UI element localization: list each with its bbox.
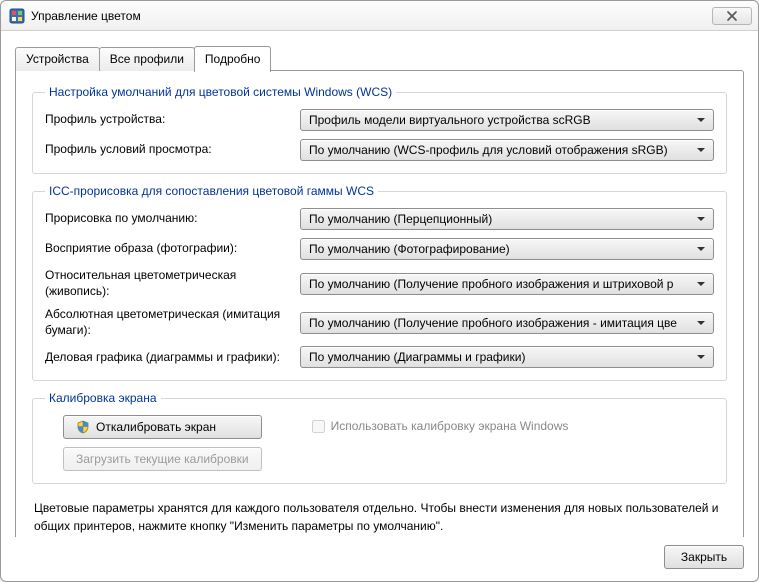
calibration-group: Калибровка экрана: [32, 391, 727, 484]
rel-colorimetric-value: По умолчанию (Получение пробного изображ…: [309, 277, 673, 291]
device-profile-value: Профиль модели виртуального устройства s…: [309, 113, 591, 127]
content-area: Устройства Все профили Подробно Настройк…: [1, 31, 758, 537]
default-rendering-combo[interactable]: По умолчанию (Перцепционный): [300, 208, 714, 230]
icc-rendering-group: ICC-прорисовка для сопоставления цветово…: [32, 184, 727, 381]
rel-colorimetric-combo[interactable]: По умолчанию (Получение пробного изображ…: [300, 273, 714, 295]
viewing-profile-value: По умолчанию (WCS-профиль для условий от…: [309, 143, 668, 157]
device-profile-label: Профиль устройства:: [45, 112, 300, 128]
app-icon: [9, 8, 25, 24]
default-rendering-label: Прорисовка по умолчанию:: [45, 211, 300, 227]
close-button-label: Закрыть: [681, 550, 727, 564]
wcs-defaults-group: Настройка умолчаний для цветовой системы…: [32, 85, 727, 174]
color-management-window: Управление цветом Устройства Все профили…: [0, 0, 759, 582]
dialog-footer: Закрыть: [1, 537, 758, 581]
tabbar: Устройства Все профили Подробно: [15, 45, 744, 71]
perceptual-label: Восприятие образа (фотографии):: [45, 241, 300, 257]
rel-colorimetric-label: Относительная цветометрическая (живопись…: [45, 268, 300, 299]
business-graphics-label: Деловая графика (диаграммы и графики):: [45, 350, 300, 366]
tab-devices[interactable]: Устройства: [15, 47, 100, 71]
tab-all-profiles[interactable]: Все профили: [99, 47, 195, 71]
default-rendering-value: По умолчанию (Перцепционный): [309, 212, 492, 226]
device-profile-combo[interactable]: Профиль модели виртуального устройства s…: [300, 109, 714, 131]
abs-colorimetric-label: Абсолютная цветометрическая (имитация бу…: [45, 307, 300, 338]
calibrate-screen-button[interactable]: Откалибровать экран: [63, 415, 262, 439]
calibration-legend: Калибровка экрана: [45, 391, 161, 405]
calibrate-screen-label: Откалибровать экран: [96, 420, 216, 434]
load-calibrations-button[interactable]: Загрузить текущие калибровки: [63, 447, 262, 471]
perceptual-combo[interactable]: По умолчанию (Фотографирование): [300, 238, 714, 260]
perceptual-value: По умолчанию (Фотографирование): [309, 242, 510, 256]
tab-panel-advanced: Настройка умолчаний для цветовой системы…: [15, 70, 744, 537]
use-windows-calibration-label: Использовать калибровку экрана Windows: [331, 419, 569, 433]
icc-legend: ICC-прорисовка для сопоставления цветово…: [45, 184, 378, 198]
tab-advanced[interactable]: Подробно: [194, 46, 272, 72]
viewing-profile-label: Профиль условий просмотра:: [45, 142, 300, 158]
load-calibrations-label: Загрузить текущие калибровки: [76, 452, 249, 466]
abs-colorimetric-value: По умолчанию (Получение пробного изображ…: [309, 316, 677, 330]
uac-shield-icon: [76, 420, 90, 434]
window-title: Управление цветом: [31, 9, 712, 23]
close-button[interactable]: Закрыть: [664, 545, 744, 569]
close-icon[interactable]: [712, 7, 752, 25]
abs-colorimetric-combo[interactable]: По умолчанию (Получение пробного изображ…: [300, 312, 714, 334]
titlebar: Управление цветом: [1, 1, 758, 31]
use-windows-calibration-checkbox[interactable]: Использовать калибровку экрана Windows: [312, 419, 569, 433]
per-user-note: Цветовые параметры хранятся для каждого …: [34, 500, 725, 535]
use-windows-calibration-input[interactable]: [312, 420, 325, 433]
business-graphics-combo[interactable]: По умолчанию (Диаграммы и графики): [300, 346, 714, 368]
business-graphics-value: По умолчанию (Диаграммы и графики): [309, 350, 525, 364]
viewing-profile-combo[interactable]: По умолчанию (WCS-профиль для условий от…: [300, 139, 714, 161]
wcs-legend: Настройка умолчаний для цветовой системы…: [45, 85, 396, 99]
